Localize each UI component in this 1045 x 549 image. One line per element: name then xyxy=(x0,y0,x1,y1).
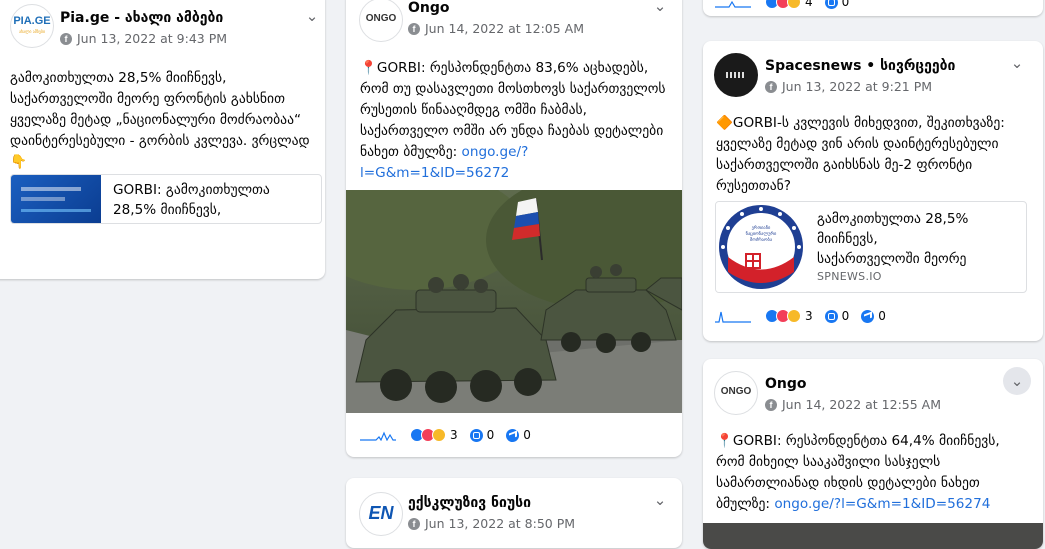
spacesnews-post-text: 🔶GORBI-ს კვლევის მიხედვით, შეკითხვაზე: ყ… xyxy=(716,115,1005,194)
shares-stat[interactable]: 0 xyxy=(861,309,886,323)
facebook-icon: f xyxy=(60,32,72,45)
spacesnews-preview-domain: SPNEWS.IO xyxy=(817,270,882,283)
spacesnews-post-meta: f Jun 13, 2022 at 9:21 PM xyxy=(765,79,932,94)
comments-count: 0 xyxy=(841,309,850,323)
ongo-page-name[interactable]: Ongo xyxy=(408,0,450,16)
reactions-count: 4 xyxy=(805,0,813,9)
ongo-post-text: 📍GORBI: რესპონდენტთა 83,6% აცხადებს, რომ… xyxy=(360,58,670,184)
ongo-post-stats: 3 0 0 xyxy=(360,428,543,442)
comments-count: 0 xyxy=(486,428,495,442)
chevron-down-icon[interactable]: ⌄ xyxy=(1003,367,1031,395)
unm-badge-image: ერთიანი ნაციონალური მოძრაობა xyxy=(716,202,806,292)
pia-post-text: გამოკითხულთა 28,5% მიიჩნევს, საქართველოშ… xyxy=(10,70,310,170)
shares-count: 0 xyxy=(523,428,531,442)
pia-logo-text: PIA.GE xyxy=(13,15,51,27)
reactions-stat[interactable]: 3 xyxy=(765,309,813,323)
exclusive-avatar[interactable]: EN xyxy=(359,492,403,536)
facebook-icon: f xyxy=(765,80,777,93)
pia-post-time[interactable]: Jun 13, 2022 at 9:43 PM xyxy=(77,31,227,46)
sparkline-icon xyxy=(360,431,396,441)
ongo-post-link[interactable]: ongo.ge/?l=G&m=1&ID=56274 xyxy=(774,496,990,512)
comment-icon xyxy=(824,0,838,9)
exclusive-post-meta: f Jun 13, 2022 at 8:50 PM xyxy=(408,516,575,531)
spacesnews-logo-bars xyxy=(726,72,746,78)
facebook-icon: f xyxy=(408,517,420,530)
spacesnews-preview-title: გამოკითხულთა 28,5% მიიჩნევს, საქართველოშ… xyxy=(817,211,969,267)
shares-stat[interactable]: 0 xyxy=(506,428,531,442)
post-card-ongo-1: ONGO Ongo f Jun 14, 2022 at 12:05 AM ⌄ 📍… xyxy=(346,0,682,457)
chevron-down-icon[interactable]: ⌄ xyxy=(646,486,674,514)
ongo-post-time[interactable]: Jun 14, 2022 at 12:05 AM xyxy=(425,21,584,36)
post-card-spacesnews: Spacesnews • სივრცეები f Jun 13, 2022 at… xyxy=(703,41,1043,341)
sparkline-icon xyxy=(715,311,751,323)
pia-page-name[interactable]: Pia.ge - ახალი ამბები xyxy=(60,10,223,26)
unm-badge-text: ერთიანი ნაციონალური მოძრაობა xyxy=(745,226,777,243)
top-partial-stats: 4 0 xyxy=(715,0,861,9)
ongo-logo-text: ONGO xyxy=(365,13,397,24)
spacesnews-post-time[interactable]: Jun 13, 2022 at 9:21 PM xyxy=(782,79,932,94)
reactions-count: 3 xyxy=(805,309,813,323)
military-convoy-photo[interactable] xyxy=(346,190,682,413)
reactions-stat[interactable]: 4 xyxy=(765,0,813,9)
post-card-ongo-2: ONGO Ongo f Jun 14, 2022 at 12:55 AM ⌄ 📍… xyxy=(703,359,1043,549)
pia-preview-image xyxy=(11,175,101,223)
post-card-exclusive: EN ექსკლუზივ ნიუსი f Jun 13, 2022 at 8:5… xyxy=(346,478,682,548)
ongo-2-image-edge xyxy=(703,523,1043,549)
comments-count: 0 xyxy=(841,0,850,9)
facebook-icon: f xyxy=(408,22,420,35)
share-icon xyxy=(861,309,875,323)
sparkline-icon xyxy=(715,0,751,8)
comments-stat[interactable]: 0 xyxy=(824,309,850,323)
ongo-avatar[interactable]: ONGO xyxy=(359,0,403,42)
chevron-down-icon[interactable]: ⌄ xyxy=(298,2,325,30)
ongo-post-text: 📍GORBI: რესპონდენტთა 64,4% მიიჩნევს, რომ… xyxy=(716,431,1031,515)
spacesnews-avatar[interactable] xyxy=(714,53,758,97)
comment-icon xyxy=(469,428,483,442)
post-card-pia: PIA.GE ახალი ამბები Pia.ge - ახალი ამბებ… xyxy=(0,0,325,279)
post-card-top-partial: 4 0 xyxy=(703,0,1043,16)
reactions-stat[interactable]: 3 xyxy=(410,428,458,442)
exclusive-post-time[interactable]: Jun 13, 2022 at 8:50 PM xyxy=(425,516,575,531)
reaction-icons xyxy=(765,309,801,323)
shares-count: 0 xyxy=(878,309,886,323)
pia-post-meta: f Jun 13, 2022 at 9:43 PM xyxy=(60,31,227,46)
reaction-icons xyxy=(410,428,446,442)
ongo-post-time[interactable]: Jun 14, 2022 at 12:55 AM xyxy=(782,397,941,412)
pia-avatar[interactable]: PIA.GE ახალი ამბები xyxy=(10,4,54,48)
share-icon xyxy=(506,428,520,442)
spacesnews-page-name[interactable]: Spacesnews • სივრცეები xyxy=(765,58,955,74)
reactions-count: 3 xyxy=(450,428,458,442)
comments-stat[interactable]: 0 xyxy=(824,0,850,9)
pia-link-preview[interactable]: GORBI: გამოკითხულთა 28,5% მიიჩნევს, xyxy=(10,174,322,224)
comment-icon xyxy=(824,309,838,323)
ongo-post-meta: f Jun 14, 2022 at 12:05 AM xyxy=(408,21,584,36)
spacesnews-link-preview[interactable]: ერთიანი ნაციონალური მოძრაობა გამოკითხულთ… xyxy=(715,201,1027,293)
exclusive-logo-text: EN xyxy=(368,503,394,523)
pia-preview-title: GORBI: გამოკითხულთა 28,5% მიიჩნევს, xyxy=(113,182,270,218)
facebook-icon: f xyxy=(765,398,777,411)
exclusive-page-name[interactable]: ექსკლუზივ ნიუსი xyxy=(408,495,531,511)
ongo-page-name[interactable]: Ongo xyxy=(765,376,807,392)
pia-logo-subtext: ახალი ამბები xyxy=(18,29,46,34)
comments-stat[interactable]: 0 xyxy=(469,428,495,442)
ongo-logo-text: ONGO xyxy=(720,386,752,397)
convoy-image xyxy=(346,190,682,413)
ongo-avatar[interactable]: ONGO xyxy=(714,371,758,415)
chevron-down-icon[interactable]: ⌄ xyxy=(1003,49,1031,77)
unm-logo xyxy=(719,205,803,289)
reaction-icons xyxy=(765,0,801,9)
ongo-post-meta: f Jun 14, 2022 at 12:55 AM xyxy=(765,397,941,412)
chevron-down-icon[interactable]: ⌄ xyxy=(646,0,674,20)
spacesnews-post-stats: 3 0 0 xyxy=(715,309,898,323)
